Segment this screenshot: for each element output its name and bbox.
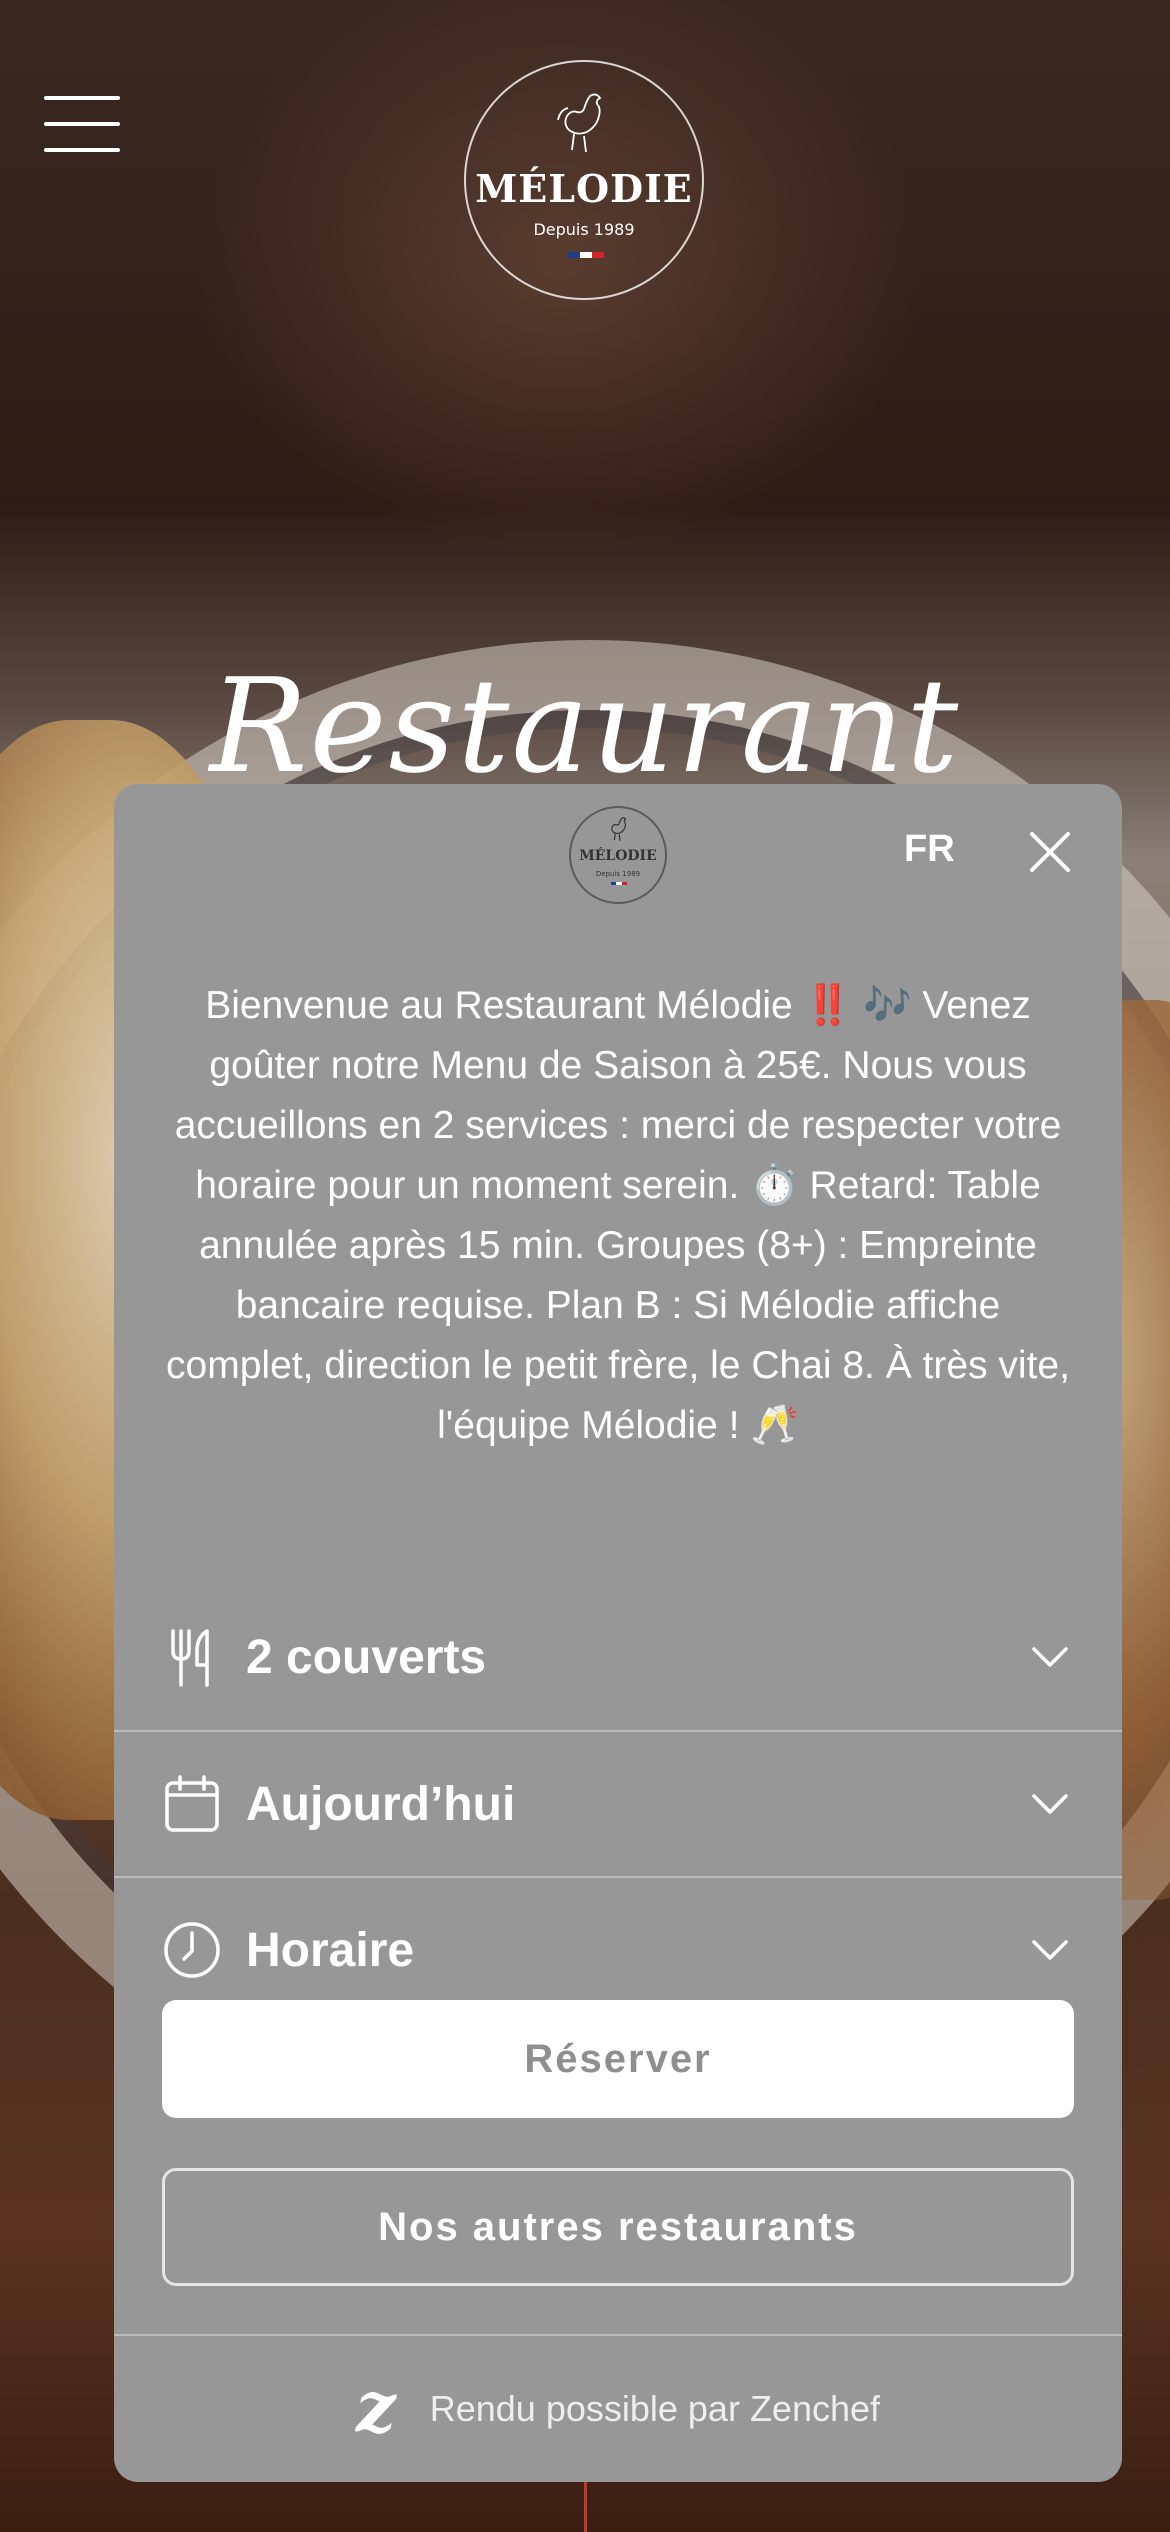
widget-logo-name: MÉLODIE — [579, 848, 657, 864]
rooster-icon — [557, 93, 602, 153]
calendar-icon — [162, 1774, 222, 1834]
hamburger-icon[interactable] — [44, 96, 120, 152]
chevron-down-icon — [1032, 1794, 1068, 1814]
chevron-down-icon — [1032, 1647, 1068, 1667]
booking-widget: MÉLODIE Depuis 1989 FR Bienvenue au Rest… — [114, 784, 1122, 2482]
french-flag-icon — [568, 252, 604, 258]
welcome-message: Bienvenue au Restaurant Mélodie ‼️ 🎶 Ven… — [166, 984, 1070, 1447]
zenchef-logo-icon: z — [355, 2364, 396, 2448]
date-label: Aujourd’hui — [246, 1777, 516, 1831]
widget-logo: MÉLODIE Depuis 1989 — [569, 806, 667, 904]
chevron-down-icon — [1032, 1940, 1068, 1960]
clock-icon — [162, 1920, 222, 1980]
brand-name: MÉLODIE — [475, 166, 693, 211]
page-background: MÉLODIE Depuis 1989 Restaurant MÉLODIE D… — [0, 0, 1170, 2532]
guests-selector[interactable]: 2 couverts — [114, 1584, 1122, 1730]
close-icon[interactable] — [1026, 828, 1074, 876]
fork-knife-icon — [162, 1627, 222, 1687]
date-selector[interactable]: Aujourd’hui — [114, 1730, 1122, 1876]
other-restaurants-button[interactable]: Nos autres restaurants — [162, 2168, 1074, 2286]
reserve-button[interactable]: Réserver — [162, 2000, 1074, 2118]
powered-by-footer[interactable]: z Rendu possible par Zenchef — [114, 2334, 1122, 2482]
french-flag-icon — [611, 882, 627, 885]
time-label: Horaire — [246, 1923, 415, 1977]
widget-logo-since: Depuis 1989 — [595, 870, 641, 878]
hero-title: Restaurant — [209, 650, 961, 802]
brand-logo[interactable]: MÉLODIE Depuis 1989 — [464, 60, 704, 300]
brand-since: Depuis 1989 — [533, 220, 635, 239]
footer-text: Rendu possible par Zenchef — [429, 2388, 881, 2429]
rooster-icon — [611, 817, 627, 841]
guests-label: 2 couverts — [246, 1630, 487, 1684]
language-selector[interactable]: FR — [904, 828, 955, 871]
